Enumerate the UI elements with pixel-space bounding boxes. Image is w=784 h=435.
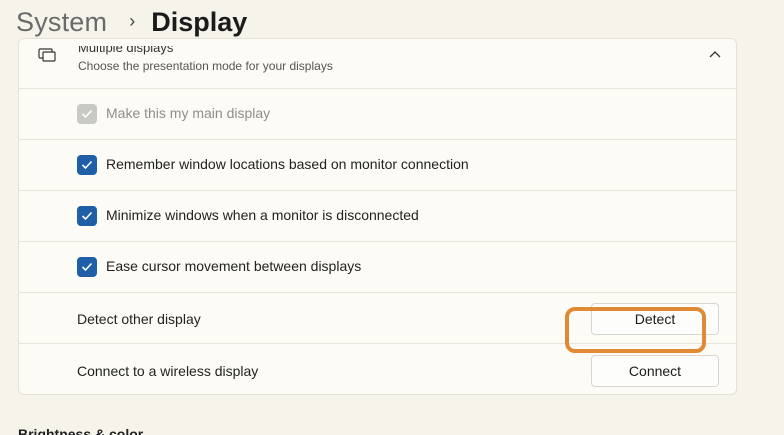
checkmark-icon <box>81 262 93 272</box>
checkmark-icon <box>81 211 93 221</box>
checkmark-icon <box>81 109 93 119</box>
breadcrumb-system[interactable]: System <box>16 7 107 38</box>
monitor-icon <box>38 48 56 62</box>
detect-display-label: Detect other display <box>77 311 201 327</box>
main-display-checkbox <box>77 104 97 124</box>
brightness-section-title: Brightness & color <box>18 426 144 435</box>
option-minimize-windows[interactable]: Minimize windows when a monitor is disco… <box>19 191 736 242</box>
checkmark-icon <box>81 160 93 170</box>
multiple-displays-header[interactable]: Multiple displays Choose the presentatio… <box>19 39 736 89</box>
option-remember-locations[interactable]: Remember window locations based on monit… <box>19 140 736 191</box>
option-label: Minimize windows when a monitor is disco… <box>106 207 419 223</box>
minimize-windows-checkbox[interactable] <box>77 206 97 226</box>
chevron-up-icon[interactable] <box>708 49 722 59</box>
option-ease-cursor[interactable]: Ease cursor movement between displays <box>19 242 736 293</box>
settings-window: System › Display Multiple displays Choos… <box>0 0 784 435</box>
breadcrumb: System › Display <box>16 2 247 42</box>
option-label: Remember window locations based on monit… <box>106 156 469 172</box>
wireless-display-label: Connect to a wireless display <box>77 363 259 379</box>
option-main-display: Make this my main display <box>19 89 736 140</box>
page-title: Display <box>151 6 248 37</box>
multiple-displays-subtitle: Choose the presentation mode for your di… <box>78 59 333 73</box>
connect-highlight-annotation <box>565 307 706 353</box>
connect-button[interactable]: Connect <box>591 355 719 387</box>
multiple-displays-title: Multiple displays <box>78 40 174 55</box>
breadcrumb-separator: › <box>129 10 136 31</box>
remember-locations-checkbox[interactable] <box>77 155 97 175</box>
option-label: Ease cursor movement between displays <box>106 258 362 274</box>
ease-cursor-checkbox[interactable] <box>77 257 97 277</box>
option-label: Make this my main display <box>106 105 271 121</box>
